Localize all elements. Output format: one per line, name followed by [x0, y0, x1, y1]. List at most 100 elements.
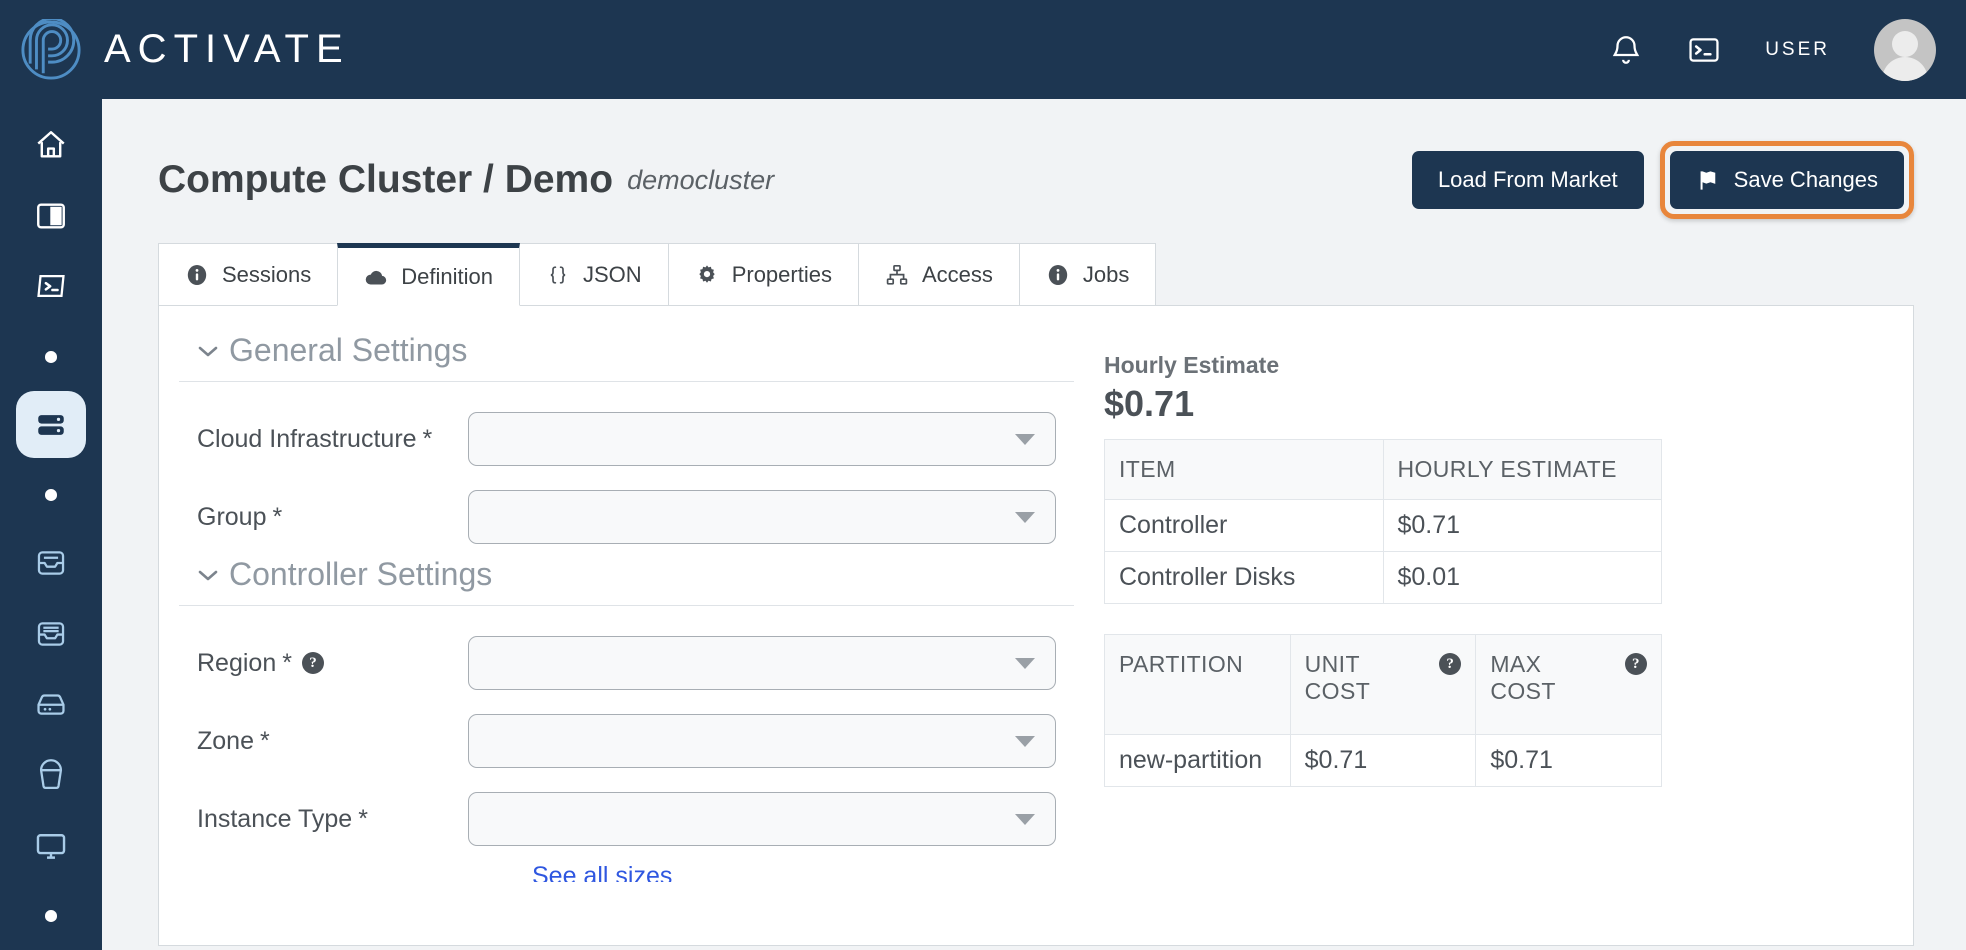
label-text: Region — [197, 648, 277, 677]
required-asterisk: * — [358, 804, 368, 833]
section-title: Controller Settings — [229, 556, 493, 592]
items-cell: $0.71 — [1382, 499, 1662, 552]
required-asterisk: * — [272, 502, 283, 531]
items-table: ITEM HOURLY ESTIMATE Controller $0.71 Contr… — [1104, 439, 1662, 604]
select-cloud-infrastructure[interactable] — [468, 412, 1056, 466]
tab-bar-filler — [1155, 243, 1914, 306]
load-from-market-button[interactable]: Load From Market — [1411, 151, 1644, 209]
sidebar-item-compute-clusters[interactable] — [16, 390, 86, 459]
sidebar-item-inbox-2[interactable] — [16, 600, 86, 668]
info-circle-icon — [1046, 263, 1070, 287]
cloud-icon — [364, 265, 388, 289]
save-changes-button[interactable]: Save Changes — [1669, 151, 1904, 209]
label-text: Instance Type — [197, 804, 353, 833]
page-header: Compute Cluster / Demo democluster Load … — [102, 99, 1966, 219]
form-row-zone: Zone * — [179, 702, 1074, 780]
terminal-icon[interactable] — [1687, 33, 1721, 67]
partition-col-label: MAX COST — [1490, 651, 1556, 704]
label-instance-type: Instance Type * — [197, 805, 468, 834]
form-row-group: Group * — [179, 478, 1074, 556]
tab-access[interactable]: Access — [857, 243, 1020, 306]
page-subtitle: democluster — [627, 164, 775, 195]
estimate-title: Hourly Estimate — [1104, 352, 1280, 378]
tab-definition[interactable]: Definition — [337, 243, 520, 306]
select-group[interactable] — [468, 490, 1056, 544]
required-asterisk: * — [422, 424, 433, 453]
bucket-icon — [39, 759, 63, 789]
items-cell: Controller Disks — [1104, 551, 1384, 604]
sidebar-item-home[interactable] — [16, 111, 86, 179]
tab-jobs[interactable]: Jobs — [1018, 243, 1157, 306]
tab-sessions[interactable]: Sessions — [158, 243, 339, 306]
avatar[interactable] — [1874, 18, 1936, 81]
required-asterisk: * — [282, 648, 292, 677]
tab-label: Jobs — [1082, 261, 1130, 287]
page-title: Compute Cluster / Demo — [158, 158, 614, 201]
panel-icon — [37, 202, 65, 229]
tab-label: Access — [921, 261, 993, 287]
chevron-down-icon — [1015, 433, 1035, 445]
form-row-instance-type: Instance Type * — [179, 780, 1074, 858]
sidebar-item-dashboard[interactable] — [16, 182, 86, 250]
items-table-row: Controller $0.71 — [1104, 499, 1662, 552]
partition-cell: new-partition — [1104, 734, 1291, 787]
sidebar-item-terminal[interactable] — [16, 252, 86, 320]
header-actions: Load From Market Save Changes — [1411, 141, 1914, 219]
hdd-icon — [37, 694, 65, 715]
help-icon[interactable]: ? — [1439, 653, 1462, 675]
partition-col-header: UNIT COST? — [1289, 634, 1477, 735]
sidebar-item-storage[interactable] — [16, 670, 86, 738]
sidebar-item-desktops[interactable] — [16, 812, 86, 880]
sitemap-icon — [885, 263, 909, 287]
page-content: Compute Cluster / Demo democluster Load … — [102, 99, 1966, 950]
chevron-down-icon — [1015, 813, 1035, 825]
section-header-general-settings[interactable]: General Settings — [179, 332, 1074, 382]
sidebar-divider-dot-2 — [45, 489, 57, 501]
estimate-panel: Hourly Estimate $0.71 ITEM HOURLY ESTIMAT… — [1074, 306, 1913, 882]
label-text: Zone — [197, 726, 254, 755]
brand[interactable]: ACTIVATE — [20, 18, 350, 81]
items-table-header-row: ITEM HOURLY ESTIMATE — [1104, 439, 1662, 500]
server-icon — [38, 414, 64, 435]
tab-label: Sessions — [222, 261, 312, 287]
select-region[interactable] — [468, 636, 1056, 690]
brand-name: ACTIVATE — [104, 27, 350, 71]
sidebar-item-inbox-1[interactable] — [16, 529, 86, 597]
select-zone[interactable] — [468, 714, 1056, 768]
section-header-controller-settings[interactable]: Controller Settings — [179, 556, 1074, 606]
tab-properties[interactable]: Properties — [667, 243, 859, 306]
top-bar: ACTIVATE USER — [0, 0, 1966, 99]
inbox-lines-icon — [37, 621, 65, 646]
partition-col-label: UNIT COST — [1304, 651, 1371, 704]
load-from-market-label: Load From Market — [1437, 167, 1618, 192]
see-all-sizes-link[interactable]: See all sizes — [532, 862, 1074, 882]
definition-panel: General Settings Cloud Infrastructure * Gro… — [158, 306, 1914, 946]
chevron-down-icon — [1015, 657, 1035, 669]
items-col-header: ITEM — [1104, 439, 1384, 500]
label-text: Group — [197, 502, 267, 531]
partition-table: PARTITION UNIT COST? MAX COST? new-partiti… — [1104, 634, 1662, 787]
definition-body: General Settings Cloud Infrastructure * Gro… — [159, 306, 1913, 882]
chevron-down-icon — [198, 570, 218, 580]
chevron-down-icon — [1015, 735, 1035, 747]
help-icon[interactable]: ? — [1625, 653, 1647, 675]
bell-icon[interactable] — [1609, 33, 1643, 67]
avatar-body — [1882, 56, 1928, 81]
partition-col-header: MAX COST? — [1475, 634, 1662, 735]
select-instance-type[interactable] — [468, 792, 1056, 846]
help-icon[interactable]: ? — [301, 652, 324, 674]
partition-cell: $0.71 — [1475, 734, 1662, 787]
sidebar-item-buckets[interactable] — [16, 741, 86, 809]
tab-card: Sessions Definition JSON Properties Access Jo… — [158, 243, 1914, 946]
items-table-row: Controller Disks $0.01 — [1104, 551, 1662, 604]
label-zone: Zone * — [197, 727, 468, 756]
items-col-header: HOURLY ESTIMATE — [1382, 439, 1662, 500]
partition-cell: $0.71 — [1289, 734, 1477, 787]
form-row-cloud-infrastructure: Cloud Infrastructure * — [179, 400, 1074, 478]
label-cloud-infrastructure: Cloud Infrastructure * — [197, 425, 468, 454]
tab-json[interactable]: JSON — [519, 243, 669, 306]
chevron-down-icon — [198, 346, 218, 356]
tab-label: JSON — [583, 261, 642, 287]
label-group: Group * — [197, 503, 468, 532]
definition-form: General Settings Cloud Infrastructure * Gro… — [159, 306, 1074, 882]
